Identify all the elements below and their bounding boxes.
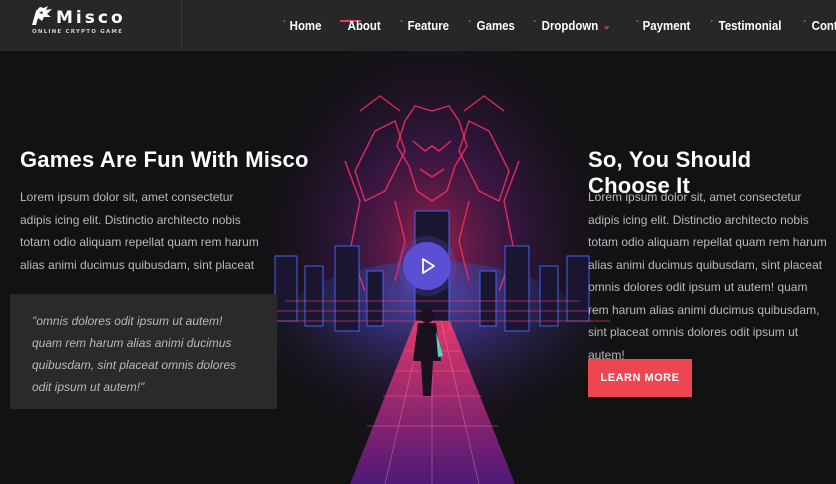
nav-testimonial[interactable]: Testimonial — [709, 0, 791, 51]
left-heading: Games Are Fun With Misco — [20, 147, 309, 172]
nav-dot — [400, 20, 403, 22]
nav-dot — [468, 20, 471, 22]
nav-dropdown[interactable]: Dropdown ⌄ — [532, 0, 620, 51]
play-icon — [422, 258, 435, 274]
left-paragraph: Lorem ipsum dolor sit, amet consectetur … — [20, 190, 259, 272]
nav-dot — [803, 20, 806, 22]
nav-label: Feature — [407, 18, 449, 33]
nav-dot — [710, 20, 713, 22]
nav-payment[interactable]: Payment — [633, 0, 700, 51]
nav-label: Home — [289, 18, 322, 33]
nav-contact[interactable]: Contact — [802, 0, 836, 51]
nav-dot — [533, 20, 536, 22]
logo[interactable]: Misco ONLINE CRYPTO GAME — [0, 0, 182, 51]
quote-text: "omnis dolores odit ipsum ut autem! quam… — [32, 314, 237, 394]
nav-dot — [283, 20, 286, 22]
nav-home[interactable]: Home — [280, 0, 331, 51]
nav-label: Testimonial — [718, 18, 782, 33]
brand-tagline: ONLINE CRYPTO GAME — [32, 29, 124, 35]
nav-label: Games — [476, 18, 515, 33]
nav-label: Dropdown — [541, 18, 599, 33]
nav-dot — [636, 20, 638, 22]
learn-more-button[interactable]: LEARN MORE — [588, 359, 692, 397]
site-header: Misco ONLINE CRYPTO GAME Home About Feat… — [0, 0, 836, 51]
dragon-logo-icon — [32, 6, 52, 25]
nav-label: About — [347, 18, 381, 33]
hero-section: Games Are Fun With Misco Lorem ipsum dol… — [0, 51, 836, 484]
chevron-down-icon: ⌄ — [602, 20, 611, 32]
nav-label: Payment — [642, 18, 690, 33]
nav-about[interactable]: About — [338, 0, 390, 51]
right-paragraph: Lorem ipsum dolor sit, amet consectetur … — [588, 190, 827, 362]
main-nav: Home About Feature Games Dropdown ⌄ Paym… — [280, 0, 836, 51]
nav-label: Contact — [811, 18, 836, 33]
brand-name: Misco — [56, 8, 126, 28]
nav-games[interactable]: Games — [467, 0, 525, 51]
nav-feature[interactable]: Feature — [398, 0, 459, 51]
play-video-button[interactable] — [403, 242, 451, 290]
quote-box: "omnis dolores odit ipsum ut autem! quam… — [10, 294, 277, 409]
